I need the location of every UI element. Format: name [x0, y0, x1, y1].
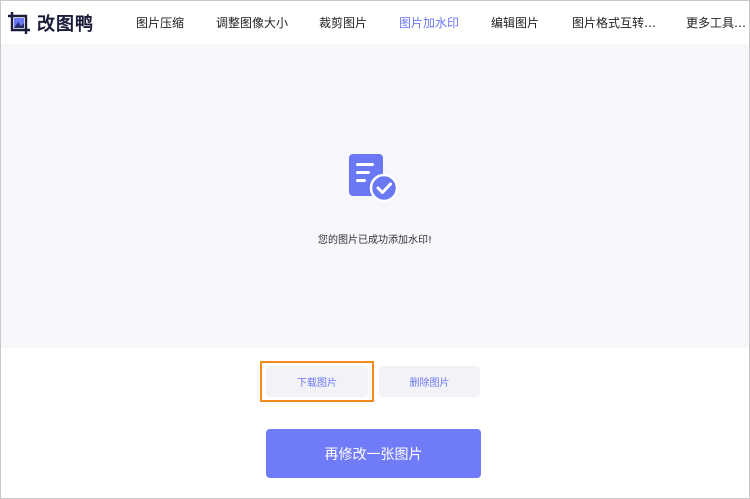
document-check-icon [348, 153, 400, 209]
app-logo[interactable]: 改图鸭 [7, 10, 94, 36]
download-button[interactable]: 下载图片 [266, 366, 368, 397]
nav-edit-image[interactable]: 编辑图片 [491, 14, 539, 31]
nav-format-convert[interactable]: 图片格式互转… [572, 14, 656, 31]
nav-image-compress[interactable]: 图片压缩 [136, 14, 184, 31]
nav-add-watermark[interactable]: 图片加水印 [399, 14, 459, 31]
nav-crop-image[interactable]: 裁剪图片 [319, 14, 367, 31]
success-message: 您的图片已成功添加水印! [317, 235, 432, 246]
delete-button[interactable]: 删除图片 [379, 366, 480, 397]
app-name: 改图鸭 [37, 14, 94, 35]
edit-another-button[interactable]: 再修改一张图片 [266, 429, 481, 478]
nav-more-tools[interactable]: 更多工具… [686, 14, 746, 31]
top-header: 改图鸭 图片压缩 调整图像大小 裁剪图片 图片加水印 编辑图片 图片格式互转… … [1, 1, 749, 43]
nav-resize-image[interactable]: 调整图像大小 [216, 14, 288, 31]
image-crop-logo-icon [8, 12, 30, 34]
